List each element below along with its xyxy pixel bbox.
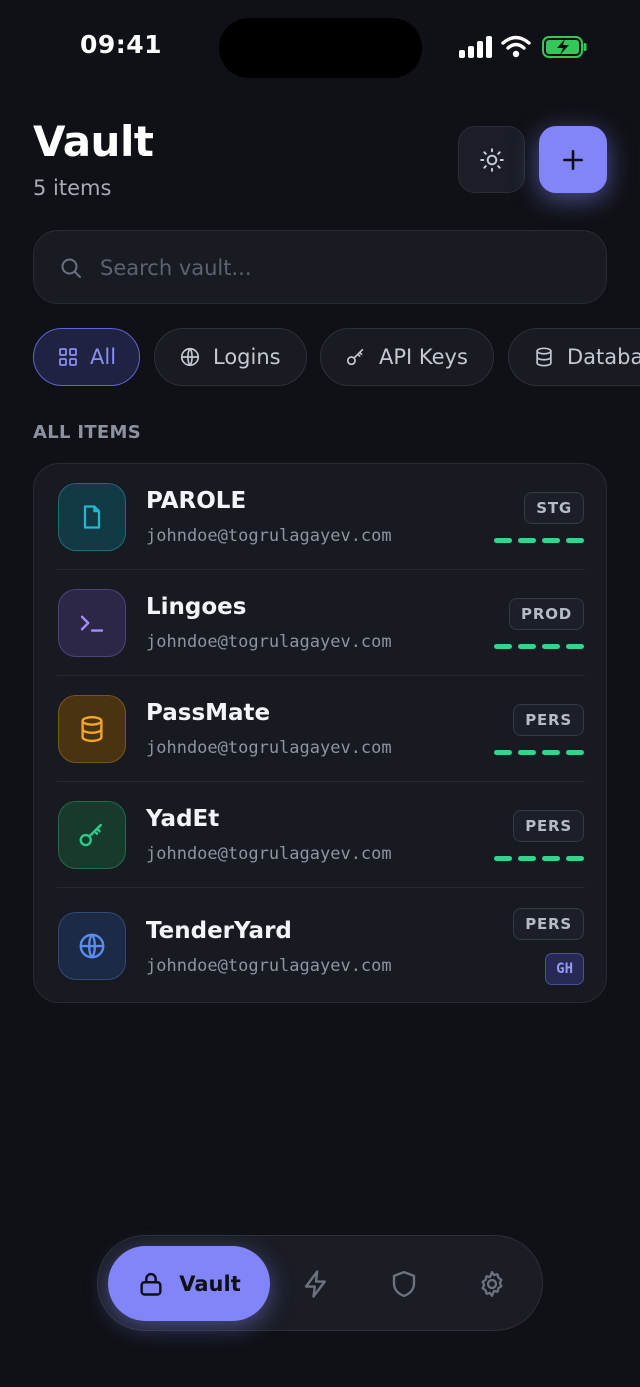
tab-activity[interactable] [298,1266,334,1302]
file-icon [83,505,101,529]
grid-icon [59,348,77,366]
database-icon [536,347,552,367]
list-item[interactable]: PAROLE johndoe@togrulagayev.com STG [34,464,608,570]
battery-charging-icon [542,36,587,58]
search-icon [61,258,81,278]
list-item[interactable]: TenderYard johndoe@togrulagayev.com PERS… [34,888,608,1004]
item-email: johndoe@togrulagayev.com [146,956,392,976]
item-email: johndoe@togrulagayev.com [146,738,392,758]
item-email: johndoe@togrulagayev.com [146,526,392,546]
password-strength-meter [488,644,584,649]
password-strength-meter [488,856,584,861]
lock-icon [140,1272,162,1296]
section-label: ALL ITEMS [33,422,141,443]
gear-icon [481,1271,503,1297]
key-icon [79,823,102,847]
tab-security[interactable] [386,1266,422,1302]
item-icon-badge [58,483,126,551]
search-input[interactable] [100,249,580,287]
terminal-icon [80,615,104,632]
item-name: PAROLE [146,488,247,514]
item-name: PassMate [146,700,271,726]
filter-chip-label: Logins [213,345,281,369]
item-icon-badge [58,912,126,980]
env-badge: PERS [513,908,584,940]
tab-bar: Vault [97,1235,543,1331]
tag-badge: GH [545,953,584,985]
status-time: 09:41 [80,30,163,59]
filter-chip-label: Databases [567,345,640,369]
tab-vault-label: Vault [179,1271,241,1296]
filter-chip-databases[interactable]: Databases [508,328,640,386]
page-title: Vault [33,117,154,166]
wifi-icon [501,35,531,58]
filter-chips: All Logins API Keys Databases [33,328,640,386]
tab-vault[interactable]: Vault [108,1246,270,1321]
add-item-button[interactable] [539,126,607,193]
item-name: YadEt [146,806,220,832]
env-badge: PROD [509,598,584,630]
globe-icon [79,933,105,959]
filter-chip-all[interactable]: All [33,328,140,386]
status-bar: 09:41 [0,0,640,96]
password-strength-meter [488,750,584,755]
item-icon-badge [58,589,126,657]
password-strength-meter [488,538,584,543]
item-icon-badge [58,801,126,869]
plus-icon [563,149,583,170]
item-email: johndoe@togrulagayev.com [146,632,392,652]
filter-chip-label: API Keys [379,345,468,369]
vault-items-list: PAROLE johndoe@togrulagayev.com STG Ling… [33,463,607,1003]
tab-settings[interactable] [474,1266,510,1302]
item-icon-badge [58,695,126,763]
database-icon [81,715,103,743]
lightning-icon [304,1270,326,1298]
theme-toggle-button[interactable] [458,126,525,193]
key-icon [346,348,364,366]
env-badge: PERS [513,704,584,736]
item-name: Lingoes [146,594,247,620]
filter-chip-api-keys[interactable]: API Keys [320,328,494,386]
list-item[interactable]: YadEt johndoe@togrulagayev.com PERS [34,782,608,888]
env-badge: STG [524,492,584,524]
item-name: TenderYard [146,918,292,944]
shield-icon [392,1270,416,1298]
sun-icon [479,147,504,172]
cellular-signal-icon [459,36,493,58]
list-item[interactable]: PassMate johndoe@togrulagayev.com PERS [34,676,608,782]
globe-icon [180,347,200,367]
filter-chip-label: All [90,345,117,369]
env-badge: PERS [513,810,584,842]
search-bar[interactable] [33,230,607,304]
filter-chip-logins[interactable]: Logins [154,328,307,386]
list-item[interactable]: Lingoes johndoe@togrulagayev.com PROD [34,570,608,676]
dynamic-island [219,18,422,78]
item-email: johndoe@togrulagayev.com [146,844,392,864]
item-count: 5 items [33,176,112,200]
